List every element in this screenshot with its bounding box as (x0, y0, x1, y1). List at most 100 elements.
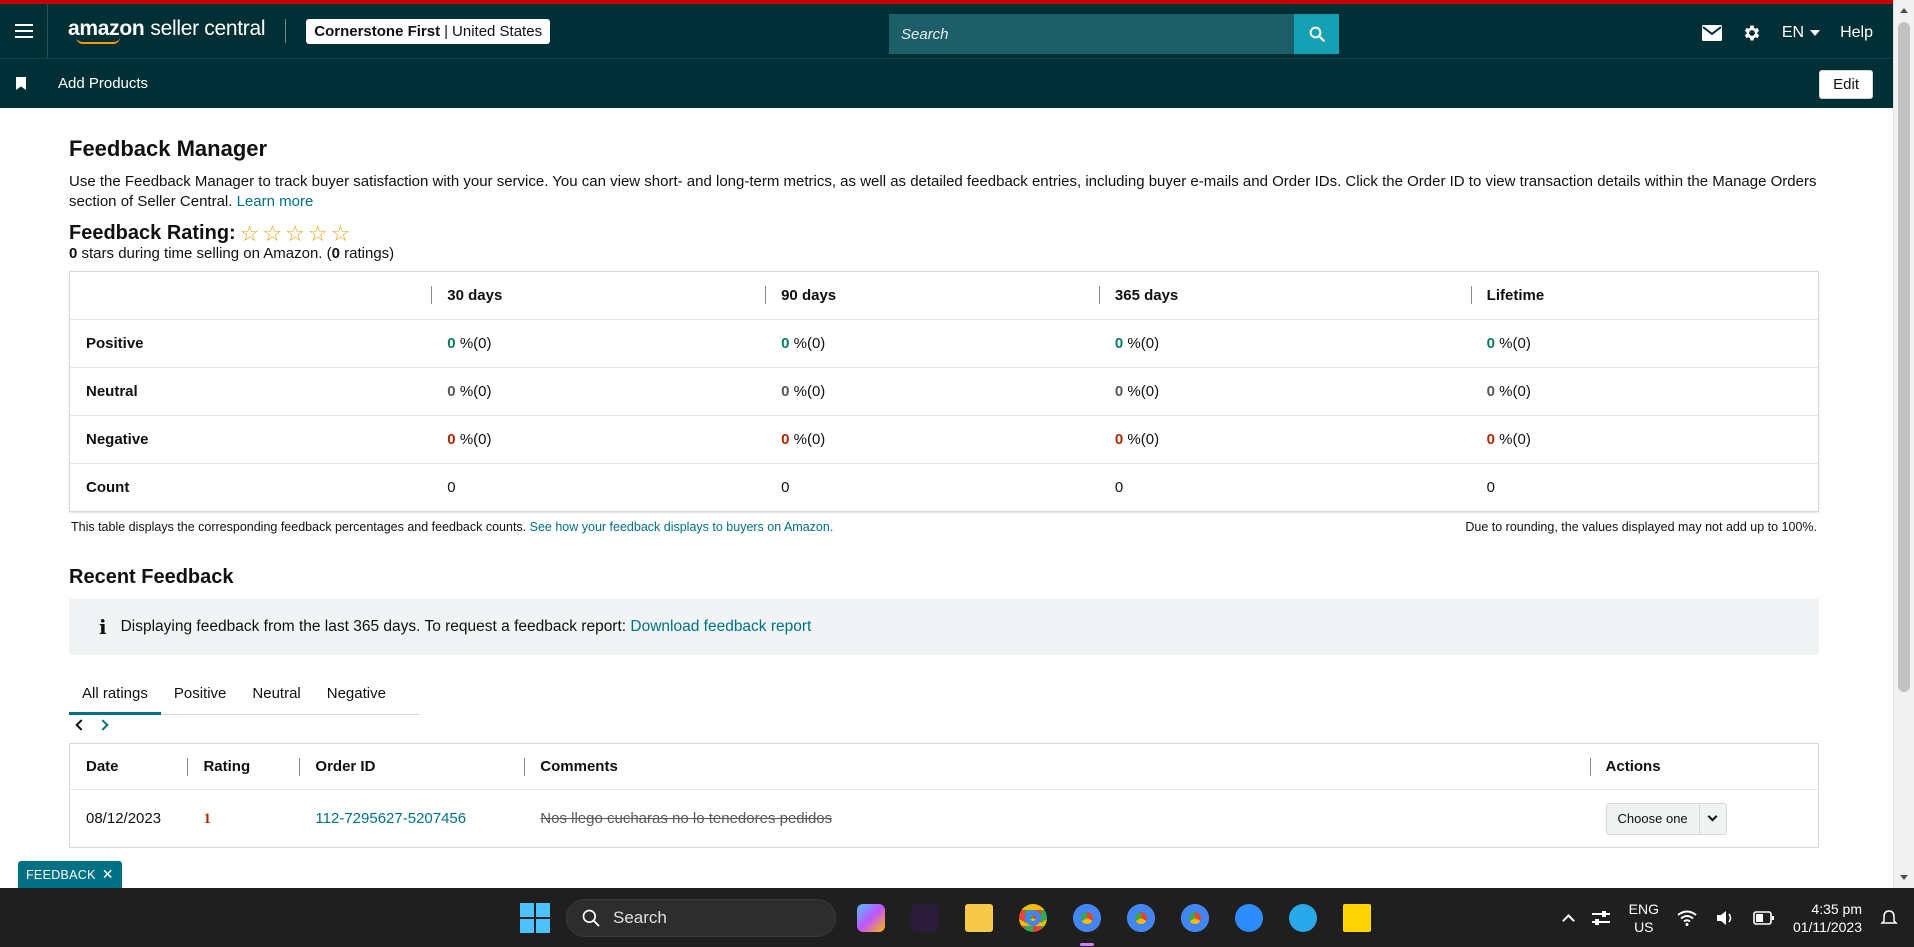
header-actions: Actions (1589, 743, 1819, 790)
input-language-top: ENG (1628, 900, 1659, 917)
store-selector[interactable]: Cornerstone First | United States (306, 18, 551, 44)
scrollbar-thumb[interactable] (1898, 22, 1910, 692)
store-name: Cornerstone First (314, 22, 441, 40)
sticky-notes-icon[interactable] (1338, 899, 1376, 937)
chevron-right-icon[interactable] (97, 719, 109, 731)
chrome-profile-d-icon[interactable] (1176, 899, 1214, 937)
metric-value: 0 (1114, 335, 1124, 352)
tab-all-ratings[interactable]: All ratings (69, 675, 161, 715)
tab-negative[interactable]: Negative (314, 675, 399, 715)
search-input[interactable] (889, 14, 1294, 54)
gear-icon[interactable] (1742, 23, 1762, 43)
header-date[interactable]: Date (69, 743, 188, 790)
metric-value: 0 (1486, 335, 1495, 352)
metric-cell: 0 %(0) (765, 367, 1099, 416)
w-app-icon[interactable] (906, 899, 944, 937)
input-language-bottom: US (1634, 918, 1654, 935)
metric-cell: 0 %(0) (431, 367, 766, 416)
zoom-icon[interactable] (1230, 899, 1268, 937)
metric-cell: 0 %(0) (1098, 415, 1471, 464)
search-button[interactable] (1294, 14, 1339, 54)
wifi-icon[interactable] (1677, 910, 1697, 926)
scroll-up-arrow-icon[interactable] (1900, 8, 1908, 13)
windows-start-icon[interactable] (520, 902, 550, 933)
star-icon: ☆ (262, 220, 283, 246)
input-language[interactable]: ENG US (1629, 900, 1659, 936)
feedback-widget-tab[interactable]: FEEDBACK ✕ (18, 861, 122, 888)
header-order-id[interactable]: Order ID (299, 743, 525, 790)
page-scrollbar[interactable] (1893, 0, 1914, 888)
close-icon[interactable]: ✕ (102, 866, 114, 883)
metrics-header-empty (69, 271, 432, 320)
metric-cell: 0 %(0) (1098, 319, 1471, 368)
metrics-row-neutral: Neutral 0 %(0) 0 %(0) 0 %(0) 0 %(0) (69, 367, 1819, 416)
rating-number: 1 (203, 810, 211, 827)
page-title: Feedback Manager (69, 136, 268, 161)
language-selector[interactable]: EN (1782, 24, 1821, 42)
help-link[interactable]: Help (1840, 24, 1873, 42)
notification-bell-icon[interactable] (1880, 909, 1898, 927)
chevron-down-icon (1707, 811, 1718, 822)
feedback-comment: Nos llego cucharas no lo tenedores pedid… (540, 810, 833, 827)
tab-pager (75, 719, 1819, 731)
header-rating[interactable]: Rating (187, 743, 300, 790)
feedback-date: 08/12/2023 (86, 810, 162, 827)
bookmark-add-products[interactable]: Add Products (58, 75, 148, 92)
amazon-seller-central-logo[interactable]: amazon seller central (68, 18, 266, 44)
metric-value: 0 (447, 335, 456, 352)
buyer-display-link[interactable]: See how your feedback displays to buyers… (530, 520, 834, 534)
chrome-profile-icon[interactable] (1068, 899, 1106, 946)
menu-button[interactable] (0, 4, 48, 58)
feedback-header-row: Date Rating Order ID Comments Actions (69, 743, 1819, 790)
metric-value: 0 (1486, 431, 1495, 448)
sliders-icon[interactable] (1591, 909, 1611, 927)
volume-icon[interactable] (1715, 909, 1735, 927)
metric-cell: 0 %(0) (1470, 415, 1819, 464)
file-explorer-icon[interactable] (960, 899, 998, 937)
metric-value: 0 (447, 431, 456, 448)
download-feedback-report-link[interactable]: Download feedback report (630, 618, 811, 636)
amazon-smile-icon (76, 37, 120, 44)
chevron-left-icon[interactable] (75, 719, 87, 731)
metric-cell: 0 %(0) (765, 319, 1099, 368)
learn-more-link[interactable]: Learn more (237, 193, 314, 210)
mail-icon[interactable] (1701, 25, 1722, 41)
order-id-link[interactable]: 112-7295627-5207456 (315, 810, 466, 827)
metrics-header-30-days: 30 days (431, 271, 766, 320)
star-icon: ☆ (330, 220, 351, 246)
recent-feedback-title: Recent Feedback (69, 566, 234, 588)
choose-one-dropdown[interactable]: Choose one (1605, 802, 1727, 835)
battery-icon[interactable] (1753, 910, 1775, 925)
telegram-icon[interactable] (1284, 899, 1322, 937)
tab-neutral[interactable]: Neutral (239, 675, 313, 715)
metric-suffix: %(0) (793, 383, 826, 400)
metric-value: 0 (781, 431, 790, 448)
copilot-icon[interactable] (852, 899, 890, 937)
count-cell: 0 (1114, 479, 1124, 496)
row-label: Positive (69, 319, 432, 368)
header-comments: Comments (524, 743, 1590, 790)
scroll-down-arrow-icon[interactable] (1900, 875, 1908, 880)
metrics-header-row: 30 days 90 days 365 days Lifetime (69, 271, 1819, 320)
rating-filter-tabs: All ratings Positive Neutral Negative (69, 675, 420, 715)
info-text: Displaying feedback from the last 365 da… (120, 618, 627, 635)
chrome-icon[interactable] (1014, 899, 1052, 937)
metric-suffix: %(0) (793, 335, 826, 352)
taskbar-apps: Search (520, 888, 1376, 947)
metric-value: 0 (1486, 383, 1495, 400)
taskbar-search-label: Search (613, 907, 667, 927)
count-cell: 0 (781, 479, 790, 496)
tab-positive[interactable]: Positive (161, 675, 240, 715)
edit-bookmarks-button[interactable]: Edit (1819, 70, 1873, 99)
metric-cell: 0 %(0) (1470, 319, 1819, 368)
chrome-profile-m-icon[interactable] (1122, 899, 1160, 937)
metric-cell: 0 %(0) (1470, 367, 1819, 416)
metric-suffix: %(0) (459, 335, 492, 352)
header-actions: EN Help (1701, 4, 1873, 62)
chevron-up-icon[interactable] (1561, 913, 1575, 927)
metric-suffix: %(0) (1499, 431, 1531, 448)
taskbar-search[interactable]: Search (566, 898, 836, 937)
count-cell: 0 (1486, 479, 1495, 496)
system-clock[interactable]: 4:35 pm 01/11/2023 (1793, 900, 1862, 936)
dropdown-toggle[interactable] (1700, 811, 1726, 822)
